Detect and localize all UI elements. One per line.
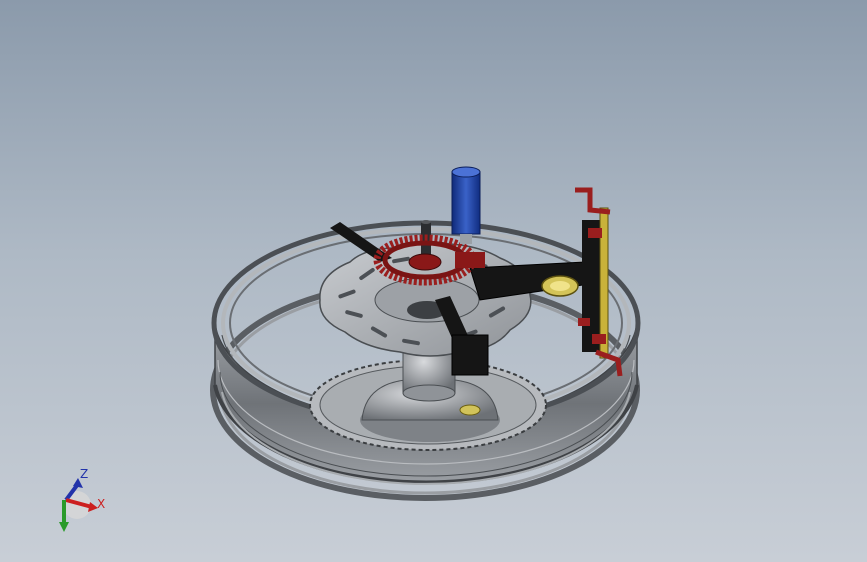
coordinate-triad: Z X [59,467,105,532]
x-axis-label: X [97,497,105,511]
z-axis-label: Z [80,467,88,481]
graphics-viewport[interactable]: Z X [0,0,867,562]
